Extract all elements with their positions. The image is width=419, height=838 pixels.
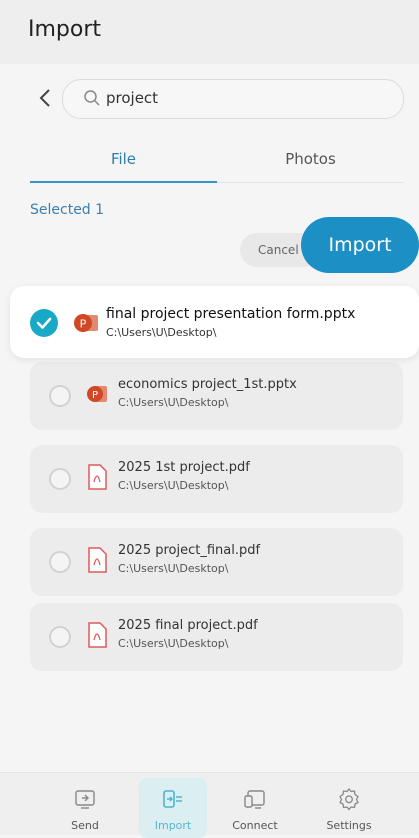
- page-title: Import: [28, 17, 102, 42]
- file-name: 2025 project_final.pdf: [118, 543, 261, 558]
- gear-icon: [339, 788, 359, 811]
- file-path: C:\Users\U\Desktop\: [118, 396, 229, 409]
- radio-unchecked[interactable]: [49, 626, 71, 648]
- file-name: economics project_1st.pptx: [118, 377, 297, 392]
- tab-photos[interactable]: Photos: [217, 150, 404, 168]
- svg-text:P: P: [80, 318, 87, 331]
- checkmark-icon[interactable]: [30, 309, 58, 337]
- file-path: C:\Users\U\Desktop\: [118, 562, 229, 575]
- nav-import[interactable]: Import: [138, 773, 208, 835]
- file-path: C:\Users\U\Desktop\: [118, 637, 229, 650]
- file-path: C:\Users\U\Desktop\: [106, 326, 217, 339]
- import-button[interactable]: Import: [301, 217, 419, 273]
- nav-settings[interactable]: Settings: [314, 773, 384, 835]
- file-path: C:\Users\U\Desktop\: [118, 479, 229, 492]
- tab-active-indicator: [30, 181, 217, 183]
- nav-label: Settings: [326, 819, 372, 832]
- radio-unchecked[interactable]: [49, 468, 71, 490]
- selected-count: Selected 1: [30, 202, 105, 218]
- svg-text:P: P: [92, 390, 98, 401]
- nav-label: Import: [154, 819, 192, 832]
- radio-unchecked[interactable]: [49, 385, 71, 407]
- send-icon: [75, 790, 95, 809]
- nav-label: Connect: [232, 819, 278, 832]
- file-name: final project presentation form.pptx: [106, 306, 356, 322]
- pdf-file-icon: [88, 547, 107, 573]
- search-query: project: [106, 89, 159, 107]
- nav-send[interactable]: Send: [50, 773, 120, 835]
- file-name: 2025 final project.pdf: [118, 618, 258, 633]
- radio-unchecked[interactable]: [49, 551, 71, 573]
- pdf-file-icon: [88, 464, 107, 490]
- connect-icon: [244, 790, 265, 809]
- import-icon: [163, 790, 182, 808]
- nav-label: Send: [71, 819, 99, 832]
- back-arrow-icon[interactable]: [36, 88, 56, 108]
- powerpoint-file-icon: P: [87, 386, 107, 402]
- search-icon: [84, 90, 100, 106]
- file-list-item-selected[interactable]: P final project presentation form.pptx C…: [10, 286, 419, 358]
- file-list-item[interactable]: P economics project_1st.pptx C:\Users\U\…: [30, 362, 403, 430]
- import-screen: Import project File Photos Selected 1 Ca…: [0, 0, 419, 838]
- app-header: Import: [0, 0, 419, 64]
- file-list-item[interactable]: 2025 1st project.pdf C:\Users\U\Desktop\: [30, 445, 403, 513]
- powerpoint-file-icon: P: [74, 314, 98, 332]
- file-list-item[interactable]: 2025 final project.pdf C:\Users\U\Deskto…: [30, 603, 403, 671]
- file-list-item[interactable]: 2025 project_final.pdf C:\Users\U\Deskto…: [30, 528, 403, 596]
- bottom-nav: Send Import Connect Settings: [0, 772, 419, 838]
- file-name: 2025 1st project.pdf: [118, 460, 250, 475]
- tab-file[interactable]: File: [30, 150, 217, 168]
- nav-connect[interactable]: Connect: [220, 773, 290, 835]
- search-input[interactable]: project: [62, 79, 404, 119]
- pdf-file-icon: [88, 622, 107, 648]
